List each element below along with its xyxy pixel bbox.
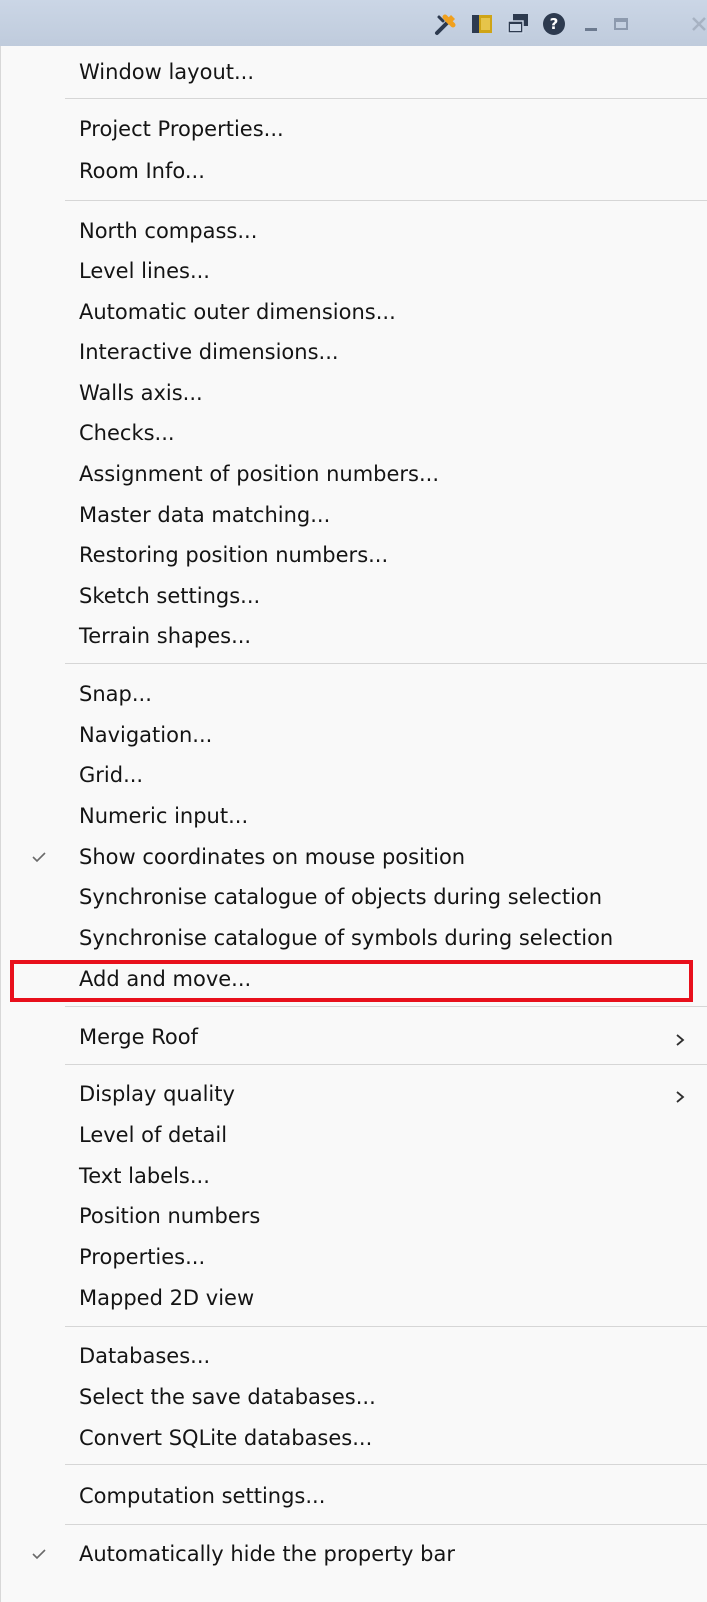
menu-item-label: Numeric input... <box>79 804 249 828</box>
menu-item-window-layout[interactable]: Window layout... <box>1 52 707 93</box>
menu-item-label: Checks... <box>79 421 175 445</box>
menu-item-label: Convert SQLite databases... <box>79 1426 373 1450</box>
menu-item-label: Merge Roof <box>79 1025 198 1049</box>
menu-item-label: Room Info... <box>79 159 205 183</box>
menu-item-label: Properties... <box>79 1245 206 1269</box>
menu-item-computation-settings[interactable]: Computation settings... <box>1 1476 707 1517</box>
menu-item-label: Computation settings... <box>79 1484 326 1508</box>
menu-item-grid[interactable]: Grid... <box>1 755 707 796</box>
menu-item-label: Project Properties... <box>79 117 284 141</box>
highlight-box <box>10 960 693 1002</box>
menu-item-label: Walls axis... <box>79 381 203 405</box>
menu-item-label: Synchronise catalogue of symbols during … <box>79 926 614 950</box>
title-bar: ? <box>0 0 707 47</box>
menu-item-level-lines[interactable]: Level lines... <box>1 251 707 292</box>
menu-item-label: Grid... <box>79 763 144 787</box>
menu-item-label: Master data matching... <box>79 503 331 527</box>
menu-item-sketch-settings[interactable]: Sketch settings... <box>1 576 707 617</box>
menu-separator <box>65 98 707 99</box>
menu-item-label: Mapped 2D view <box>79 1286 255 1310</box>
menu-separator <box>65 200 707 201</box>
menu-item-databases[interactable]: Databases... <box>1 1336 707 1377</box>
menu-item-text-labels[interactable]: Text labels... <box>1 1156 707 1197</box>
menu-item-automatically-hide-the-property-bar[interactable]: Automatically hide the property bar <box>1 1534 707 1575</box>
restore-icon[interactable] <box>608 11 634 37</box>
windows-icon[interactable] <box>505 11 531 37</box>
menu-item-synchronise-catalogue-of-objects-during-selection[interactable]: Synchronise catalogue of objects during … <box>1 877 707 918</box>
menu-item-label: Text labels... <box>79 1164 210 1188</box>
menu-item-label: Databases... <box>79 1344 211 1368</box>
menu-item-room-info[interactable]: Room Info... <box>1 151 707 192</box>
menu-separator <box>65 1524 707 1525</box>
menu-item-convert-sqlite-databases[interactable]: Convert SQLite databases... <box>1 1418 707 1459</box>
menu-item-automatic-outer-dimensions[interactable]: Automatic outer dimensions... <box>1 292 707 333</box>
menu-item-numeric-input[interactable]: Numeric input... <box>1 796 707 837</box>
svg-text:?: ? <box>550 15 559 33</box>
context-menu: Window layout... Project Properties... Roo… <box>0 46 707 1602</box>
menu-separator <box>65 1064 707 1065</box>
menu-item-label: Select the save databases... <box>79 1385 376 1409</box>
close-icon[interactable] <box>686 11 707 37</box>
menu-item-show-coordinates-on-mouse-position[interactable]: Show coordinates on mouse position <box>1 837 707 878</box>
menu-item-label: Level lines... <box>79 259 210 283</box>
menu-item-assignment-of-position-numbers[interactable]: Assignment of position numbers... <box>1 454 707 495</box>
menu-item-label: Terrain shapes... <box>79 624 252 648</box>
menu-item-level-of-detail[interactable]: Level of detail <box>1 1115 707 1156</box>
menu-item-synchronise-catalogue-of-symbols-during-selection[interactable]: Synchronise catalogue of symbols during … <box>1 918 707 959</box>
menu-item-label: Window layout... <box>79 60 255 84</box>
menu-window: ? Window layout... Project Properties... R… <box>0 0 707 1602</box>
menu-item-label: Navigation... <box>79 723 213 747</box>
menu-item-merge-roof[interactable]: Merge Roof <box>1 1017 707 1058</box>
menu-item-label: Assignment of position numbers... <box>79 462 440 486</box>
chevron-right-icon <box>673 1029 687 1046</box>
checkmark-icon <box>29 1544 49 1564</box>
menu-item-label: Position numbers <box>79 1204 261 1228</box>
menu-item-label: Level of detail <box>79 1123 228 1147</box>
checkmark-icon <box>29 847 49 867</box>
menu-item-label: Automatically hide the property bar <box>79 1542 455 1566</box>
chevron-right-icon <box>673 1086 687 1103</box>
panel-icon[interactable] <box>469 11 495 37</box>
menu-separator <box>65 1006 707 1007</box>
menu-item-label: Sketch settings... <box>79 584 261 608</box>
menu-item-select-the-save-databases[interactable]: Select the save databases... <box>1 1377 707 1418</box>
menu-item-restoring-position-numbers[interactable]: Restoring position numbers... <box>1 535 707 576</box>
menu-item-terrain-shapes[interactable]: Terrain shapes... <box>1 616 707 657</box>
menu-item-label: North compass... <box>79 219 258 243</box>
menu-item-snap[interactable]: Snap... <box>1 674 707 715</box>
menu-item-display-quality[interactable]: Display quality <box>1 1074 707 1115</box>
menu-item-label: Automatic outer dimensions... <box>79 300 396 324</box>
menu-item-label: Restoring position numbers... <box>79 543 389 567</box>
menu-item-walls-axis[interactable]: Walls axis... <box>1 373 707 414</box>
menu-item-north-compass[interactable]: North compass... <box>1 211 707 252</box>
menu-separator <box>65 1326 707 1327</box>
menu-item-properties[interactable]: Properties... <box>1 1237 707 1278</box>
menu-item-interactive-dimensions[interactable]: Interactive dimensions... <box>1 332 707 373</box>
menu-item-label: Snap... <box>79 682 152 706</box>
tools-icon[interactable] <box>433 11 459 37</box>
menu-item-master-data-matching[interactable]: Master data matching... <box>1 495 707 536</box>
minimize-icon[interactable] <box>578 11 604 37</box>
menu-item-position-numbers[interactable]: Position numbers <box>1 1196 707 1237</box>
menu-item-label: Show coordinates on mouse position <box>79 845 466 869</box>
menu-separator <box>65 663 707 664</box>
menu-item-mapped-2d-view[interactable]: Mapped 2D view <box>1 1278 707 1319</box>
menu-item-navigation[interactable]: Navigation... <box>1 715 707 756</box>
help-icon[interactable]: ? <box>541 11 567 37</box>
menu-item-label: Interactive dimensions... <box>79 340 339 364</box>
menu-item-label: Display quality <box>79 1082 235 1106</box>
menu-separator <box>65 1464 707 1465</box>
menu-item-label: Synchronise catalogue of objects during … <box>79 885 603 909</box>
menu-item-project-properties[interactable]: Project Properties... <box>1 109 707 150</box>
menu-item-checks[interactable]: Checks... <box>1 413 707 454</box>
